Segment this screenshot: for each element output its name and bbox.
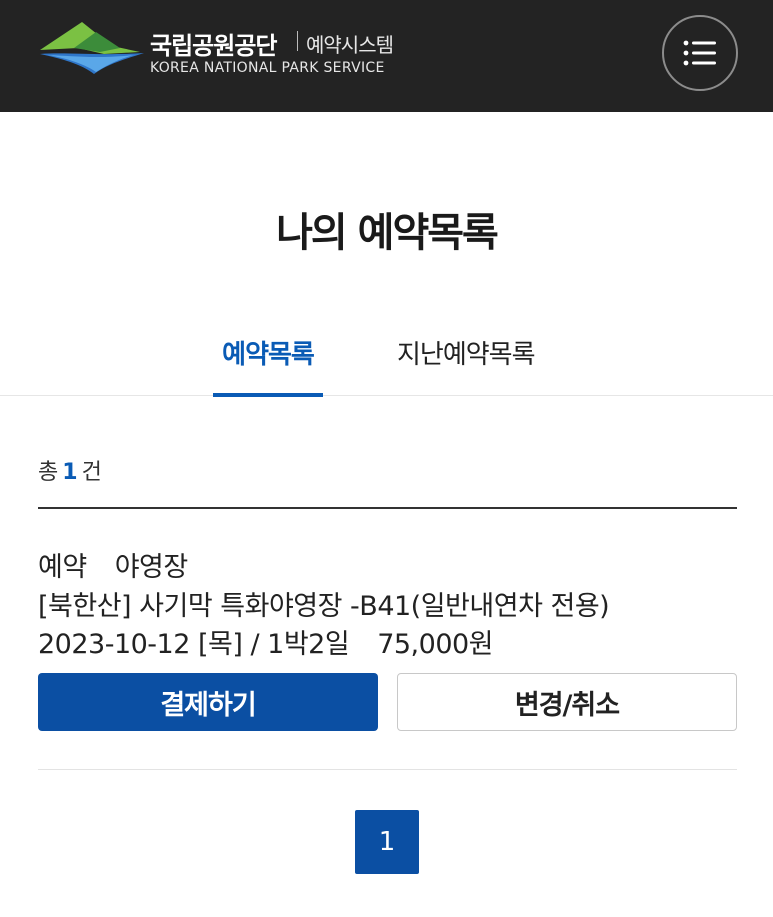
reservation-schedule-line: 2023-10-12 [목] / 1박2일 75,000원 bbox=[38, 622, 494, 661]
total-count: 총1건 bbox=[38, 454, 102, 486]
list-top-divider bbox=[38, 507, 737, 509]
reservation-schedule: 2023-10-12 [목] / 1박2일 bbox=[38, 629, 350, 660]
reservation-tabs: 예약목록 지난예약목록 bbox=[0, 322, 773, 397]
system-name: 예약시스템 bbox=[306, 33, 394, 57]
top-header: 국립공원공단 예약시스템 KOREA NATIONAL PARK SERVICE bbox=[0, 0, 773, 112]
pay-button[interactable]: 결제하기 bbox=[38, 673, 378, 731]
reservation-price: 75,000원 bbox=[377, 629, 494, 660]
brand-name: 국립공원공단 bbox=[150, 32, 277, 60]
list-menu-icon bbox=[683, 40, 716, 66]
list-bottom-divider bbox=[38, 769, 737, 770]
tab-past-reservations[interactable]: 지난예약목록 bbox=[397, 334, 536, 371]
reservation-type: 야영장 bbox=[114, 552, 189, 583]
reservation-status: 예약 bbox=[38, 552, 87, 583]
mountain-logo-icon[interactable] bbox=[38, 22, 148, 82]
reservation-header-line: 예약 야영장 bbox=[38, 545, 188, 584]
change-cancel-button[interactable]: 변경/취소 bbox=[397, 673, 737, 731]
reservation-site: [북한산] 사기막 특화야영장 -B41(일반내연차 전용) bbox=[38, 591, 610, 622]
page-title: 나의 예약목록 bbox=[276, 210, 499, 256]
brand-english-name: KOREA NATIONAL PARK SERVICE bbox=[150, 60, 385, 76]
menu-button[interactable] bbox=[662, 15, 738, 91]
count-suffix: 건 bbox=[81, 460, 102, 485]
count-prefix: 총 bbox=[38, 460, 59, 485]
tab-reservations[interactable]: 예약목록 bbox=[213, 334, 323, 397]
pagination-page-current[interactable]: 1 bbox=[355, 810, 419, 874]
brand-separator bbox=[297, 31, 298, 51]
count-number: 1 bbox=[62, 460, 78, 485]
